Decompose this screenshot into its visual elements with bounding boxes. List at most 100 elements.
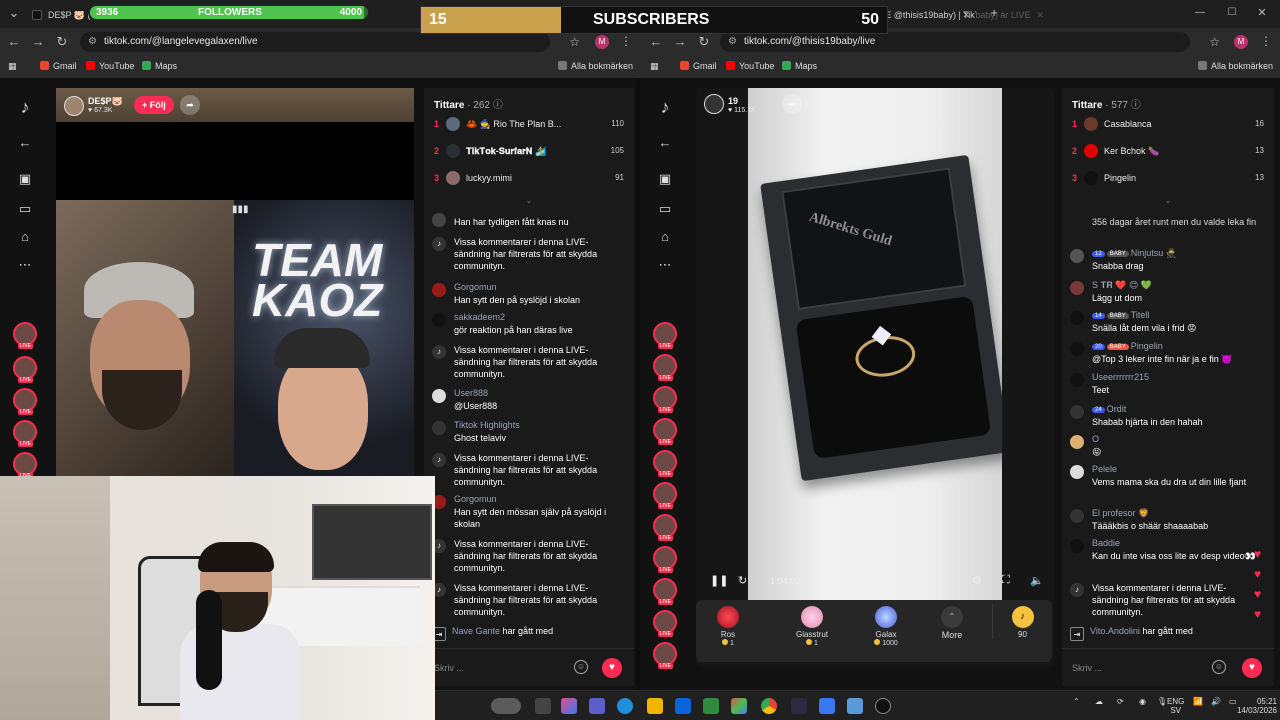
more-dots-icon[interactable]: ⋯ xyxy=(654,254,676,276)
url-field[interactable]: ⚙ tiktok.com/@thisis19baby/live ☆ xyxy=(720,32,1220,52)
all-bookmarks[interactable]: Alla bokmärken xyxy=(558,61,633,71)
tray-discord-icon[interactable]: ◉ xyxy=(1139,697,1146,706)
bookmark-gmail[interactable]: Gmail xyxy=(40,61,77,71)
user-avatar[interactable] xyxy=(432,283,446,297)
all-bookmarks[interactable]: Alla bokmärken xyxy=(1198,61,1273,71)
message-username[interactable]: Gorgomun xyxy=(454,282,497,292)
user-avatar[interactable] xyxy=(1070,465,1084,479)
join-username[interactable]: Nave Gante xyxy=(452,626,500,636)
user-avatar[interactable] xyxy=(432,389,446,403)
file-explorer-icon[interactable] xyxy=(647,698,663,714)
tiktok-logo-icon[interactable]: ♪ xyxy=(654,96,676,118)
rank-name[interactable]: luckyy.mimi xyxy=(466,173,512,183)
tab-close-icon[interactable]: ✕ xyxy=(962,4,970,26)
user-avatar[interactable] xyxy=(432,313,446,327)
message-username[interactable]: Useerrrrrrr215 xyxy=(1092,372,1149,382)
rank-avatar[interactable] xyxy=(1084,144,1098,158)
live-creator-avatar[interactable]: LIVE xyxy=(13,322,37,349)
live-creator-avatar[interactable]: LIVE xyxy=(653,482,677,509)
edge-icon[interactable] xyxy=(617,698,633,714)
rank-name[interactable]: 𝐓𝐢𝐤𝐓𝐨𝐤-𝐒𝐮𝐫𝐟𝐚𝐫𝐍 🏄 xyxy=(466,146,546,157)
right-live-stream[interactable]: Albrekts Guld 19 ♥ 115.7K ➦ ❚❚ ↻ 1:04:02… xyxy=(696,88,1054,666)
rank-avatar[interactable] xyxy=(446,117,460,131)
live-creator-avatar[interactable]: LIVE xyxy=(653,642,677,669)
new-tab-plus-icon[interactable]: + xyxy=(986,5,1002,21)
chat-input[interactable]: Skriv ... xyxy=(434,663,464,673)
bookmark-maps[interactable]: Maps xyxy=(782,61,817,71)
message-username[interactable]: S 𝐓𝐑 ❤️ 😊 💚 xyxy=(1092,280,1152,291)
like-heart-icon[interactable]: ♥ xyxy=(1242,658,1262,678)
task-view-icon[interactable] xyxy=(535,698,551,714)
app-icon[interactable] xyxy=(791,698,807,714)
apps-grid-icon[interactable]: ▦ xyxy=(650,61,659,72)
site-settings-icon[interactable]: ⚙ xyxy=(88,32,97,52)
message-username[interactable]: Titell xyxy=(1131,310,1150,320)
chrome-icon[interactable] xyxy=(761,698,777,714)
live-tv-icon[interactable]: ▣ xyxy=(654,168,676,190)
menu-kebab-icon[interactable]: ⋮ xyxy=(1260,34,1272,48)
bookmark-gmail[interactable]: Gmail xyxy=(680,61,717,71)
live-creator-avatar[interactable]: LIVE xyxy=(13,420,37,447)
streamer-avatar[interactable] xyxy=(704,94,724,114)
gift-galax[interactable]: Galax 1000 xyxy=(856,604,916,647)
user-avatar[interactable] xyxy=(1070,373,1084,387)
live-creator-avatar[interactable]: LIVE xyxy=(653,578,677,605)
left-live-stream[interactable]: DE$P🐷 ♥ 67.3K + Följ ➦ TEAM KAOZ ▮▮▮ xyxy=(56,88,414,478)
widgets-icon[interactable] xyxy=(491,698,521,714)
explore-icon[interactable]: ⌂ xyxy=(14,226,36,248)
reload-icon[interactable]: ↻ xyxy=(696,34,712,50)
streamer-name[interactable]: 19 xyxy=(728,96,738,106)
gift-ros[interactable]: Ros 1 xyxy=(698,604,758,647)
message-username[interactable]: O xyxy=(1092,434,1099,444)
minimize-icon[interactable]: — xyxy=(1192,5,1208,21)
site-settings-icon[interactable]: ⚙ xyxy=(728,32,737,52)
bookmark-youtube[interactable]: YouTube xyxy=(86,61,134,71)
forward-arrow-icon[interactable]: → xyxy=(672,34,688,50)
maximize-icon[interactable]: ☐ xyxy=(1224,5,1240,21)
menu-kebab-icon[interactable]: ⋮ xyxy=(620,34,632,48)
rank-avatar[interactable] xyxy=(446,144,460,158)
live-creator-avatar[interactable]: LIVE xyxy=(653,354,677,381)
bookmark-youtube[interactable]: YouTube xyxy=(726,61,774,71)
live-creator-avatar[interactable]: LIVE xyxy=(653,386,677,413)
user-avatar[interactable] xyxy=(1070,281,1084,295)
message-username[interactable]: Tiktok Highlights xyxy=(454,420,520,430)
message-username[interactable]: Ninjutsu 🥷 xyxy=(1131,248,1177,258)
rank-avatar[interactable] xyxy=(446,171,460,185)
user-avatar[interactable] xyxy=(1070,509,1084,523)
rank-name[interactable]: 🦀 🧙 Rio The Plan B... xyxy=(466,119,561,130)
live-creator-avatar[interactable]: LIVE xyxy=(653,610,677,637)
tray-app-icon[interactable]: ⟳ xyxy=(1117,697,1124,706)
wifi-icon[interactable]: 📶 xyxy=(1193,697,1203,706)
clock[interactable]: 05:21 14/03/2026 xyxy=(1225,697,1277,715)
share-arrow-icon[interactable]: ➦ xyxy=(180,95,200,115)
user-avatar[interactable] xyxy=(432,421,446,435)
gift-more[interactable]: ⌃ More xyxy=(922,604,982,640)
reload-icon[interactable]: ↻ xyxy=(54,34,70,50)
message-username[interactable]: El profesor 🦁 xyxy=(1092,508,1149,519)
close-window-icon[interactable]: ✕ xyxy=(1254,5,1270,21)
expand-chevron-icon[interactable]: ⌄ xyxy=(1062,196,1274,205)
tab-search-chevron-icon[interactable]: ⌄ xyxy=(6,5,22,21)
emoji-icon[interactable]: ☺ xyxy=(574,660,588,674)
pause-icon[interactable]: ❚❚ xyxy=(710,574,728,587)
snipping-tool-icon[interactable] xyxy=(847,698,863,714)
copilot-icon[interactable] xyxy=(561,698,577,714)
user-avatar[interactable] xyxy=(1070,435,1084,449)
live-creator-avatar[interactable]: LIVE xyxy=(13,356,37,383)
microsoft-365-icon[interactable] xyxy=(731,698,747,714)
live-creator-avatar[interactable]: LIVE xyxy=(13,452,37,479)
like-heart-icon[interactable]: ♥ xyxy=(602,658,622,678)
viewers-heading[interactable]: Tittare · 577 ⓘ xyxy=(1072,96,1141,111)
bookmark-star-icon[interactable]: ☆ xyxy=(1209,32,1220,52)
mail-icon[interactable] xyxy=(675,698,691,714)
gift-glasstrut[interactable]: Glasstrut 1 xyxy=(782,604,842,647)
forward-arrow-icon[interactable]: → xyxy=(30,34,46,50)
message-username[interactable]: Gorgomun xyxy=(454,494,497,504)
live-creator-avatar[interactable]: LIVE xyxy=(653,322,677,349)
message-username[interactable]: User888 xyxy=(454,388,488,398)
user-avatar[interactable] xyxy=(432,213,446,227)
message-username[interactable]: Pingelin xyxy=(1131,341,1163,351)
camera-icon[interactable]: ▭ xyxy=(654,198,676,220)
live-creator-avatar[interactable]: LIVE xyxy=(653,418,677,445)
